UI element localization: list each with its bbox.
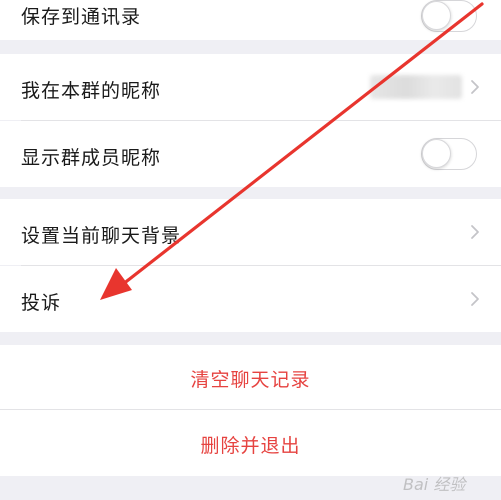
settings-row-save-to-contacts[interactable]: 保存到通讯录 <box>0 0 501 40</box>
baidu-jingyan-watermark: Bai 经验 <box>403 475 467 494</box>
delete-and-exit-button[interactable]: 删除并退出 <box>0 410 501 476</box>
clear-chat-history-button[interactable]: 清空聊天记录 <box>0 345 501 409</box>
settings-row-my-group-nickname[interactable]: 我在本群的昵称 <box>0 54 501 120</box>
settings-row-complaint[interactable]: 投诉 <box>0 266 501 332</box>
set-chat-background-label: 设置当前聊天背景 <box>21 225 182 247</box>
save-to-contacts-toggle[interactable] <box>421 0 477 32</box>
delete-and-exit-label: 删除并退出 <box>200 435 301 457</box>
show-member-nicknames-label: 显示群成员昵称 <box>21 147 162 169</box>
my-group-nickname-value-blurred <box>370 75 462 99</box>
complaint-label: 投诉 <box>21 292 62 314</box>
toggle-knob <box>422 139 451 168</box>
settings-row-set-chat-background[interactable]: 设置当前聊天背景 <box>0 199 501 265</box>
settings-row-show-member-nicknames[interactable]: 显示群成员昵称 <box>0 121 501 187</box>
toggle-knob <box>422 1 451 30</box>
show-member-nicknames-toggle[interactable] <box>421 138 477 170</box>
chevron-right-icon <box>471 225 479 239</box>
chevron-right-icon <box>471 80 479 94</box>
clear-chat-history-label: 清空聊天记录 <box>190 369 311 391</box>
group-chat-settings-page: 保存到通讯录 我在本群的昵称 显示群成员昵称 设置当前聊天背景 投诉 清空聊天记… <box>0 0 501 500</box>
save-to-contacts-label: 保存到通讯录 <box>21 6 142 28</box>
chevron-right-icon <box>471 292 479 306</box>
svg-text:Bai 经验: Bai 经验 <box>403 475 467 494</box>
my-group-nickname-label: 我在本群的昵称 <box>21 80 162 102</box>
